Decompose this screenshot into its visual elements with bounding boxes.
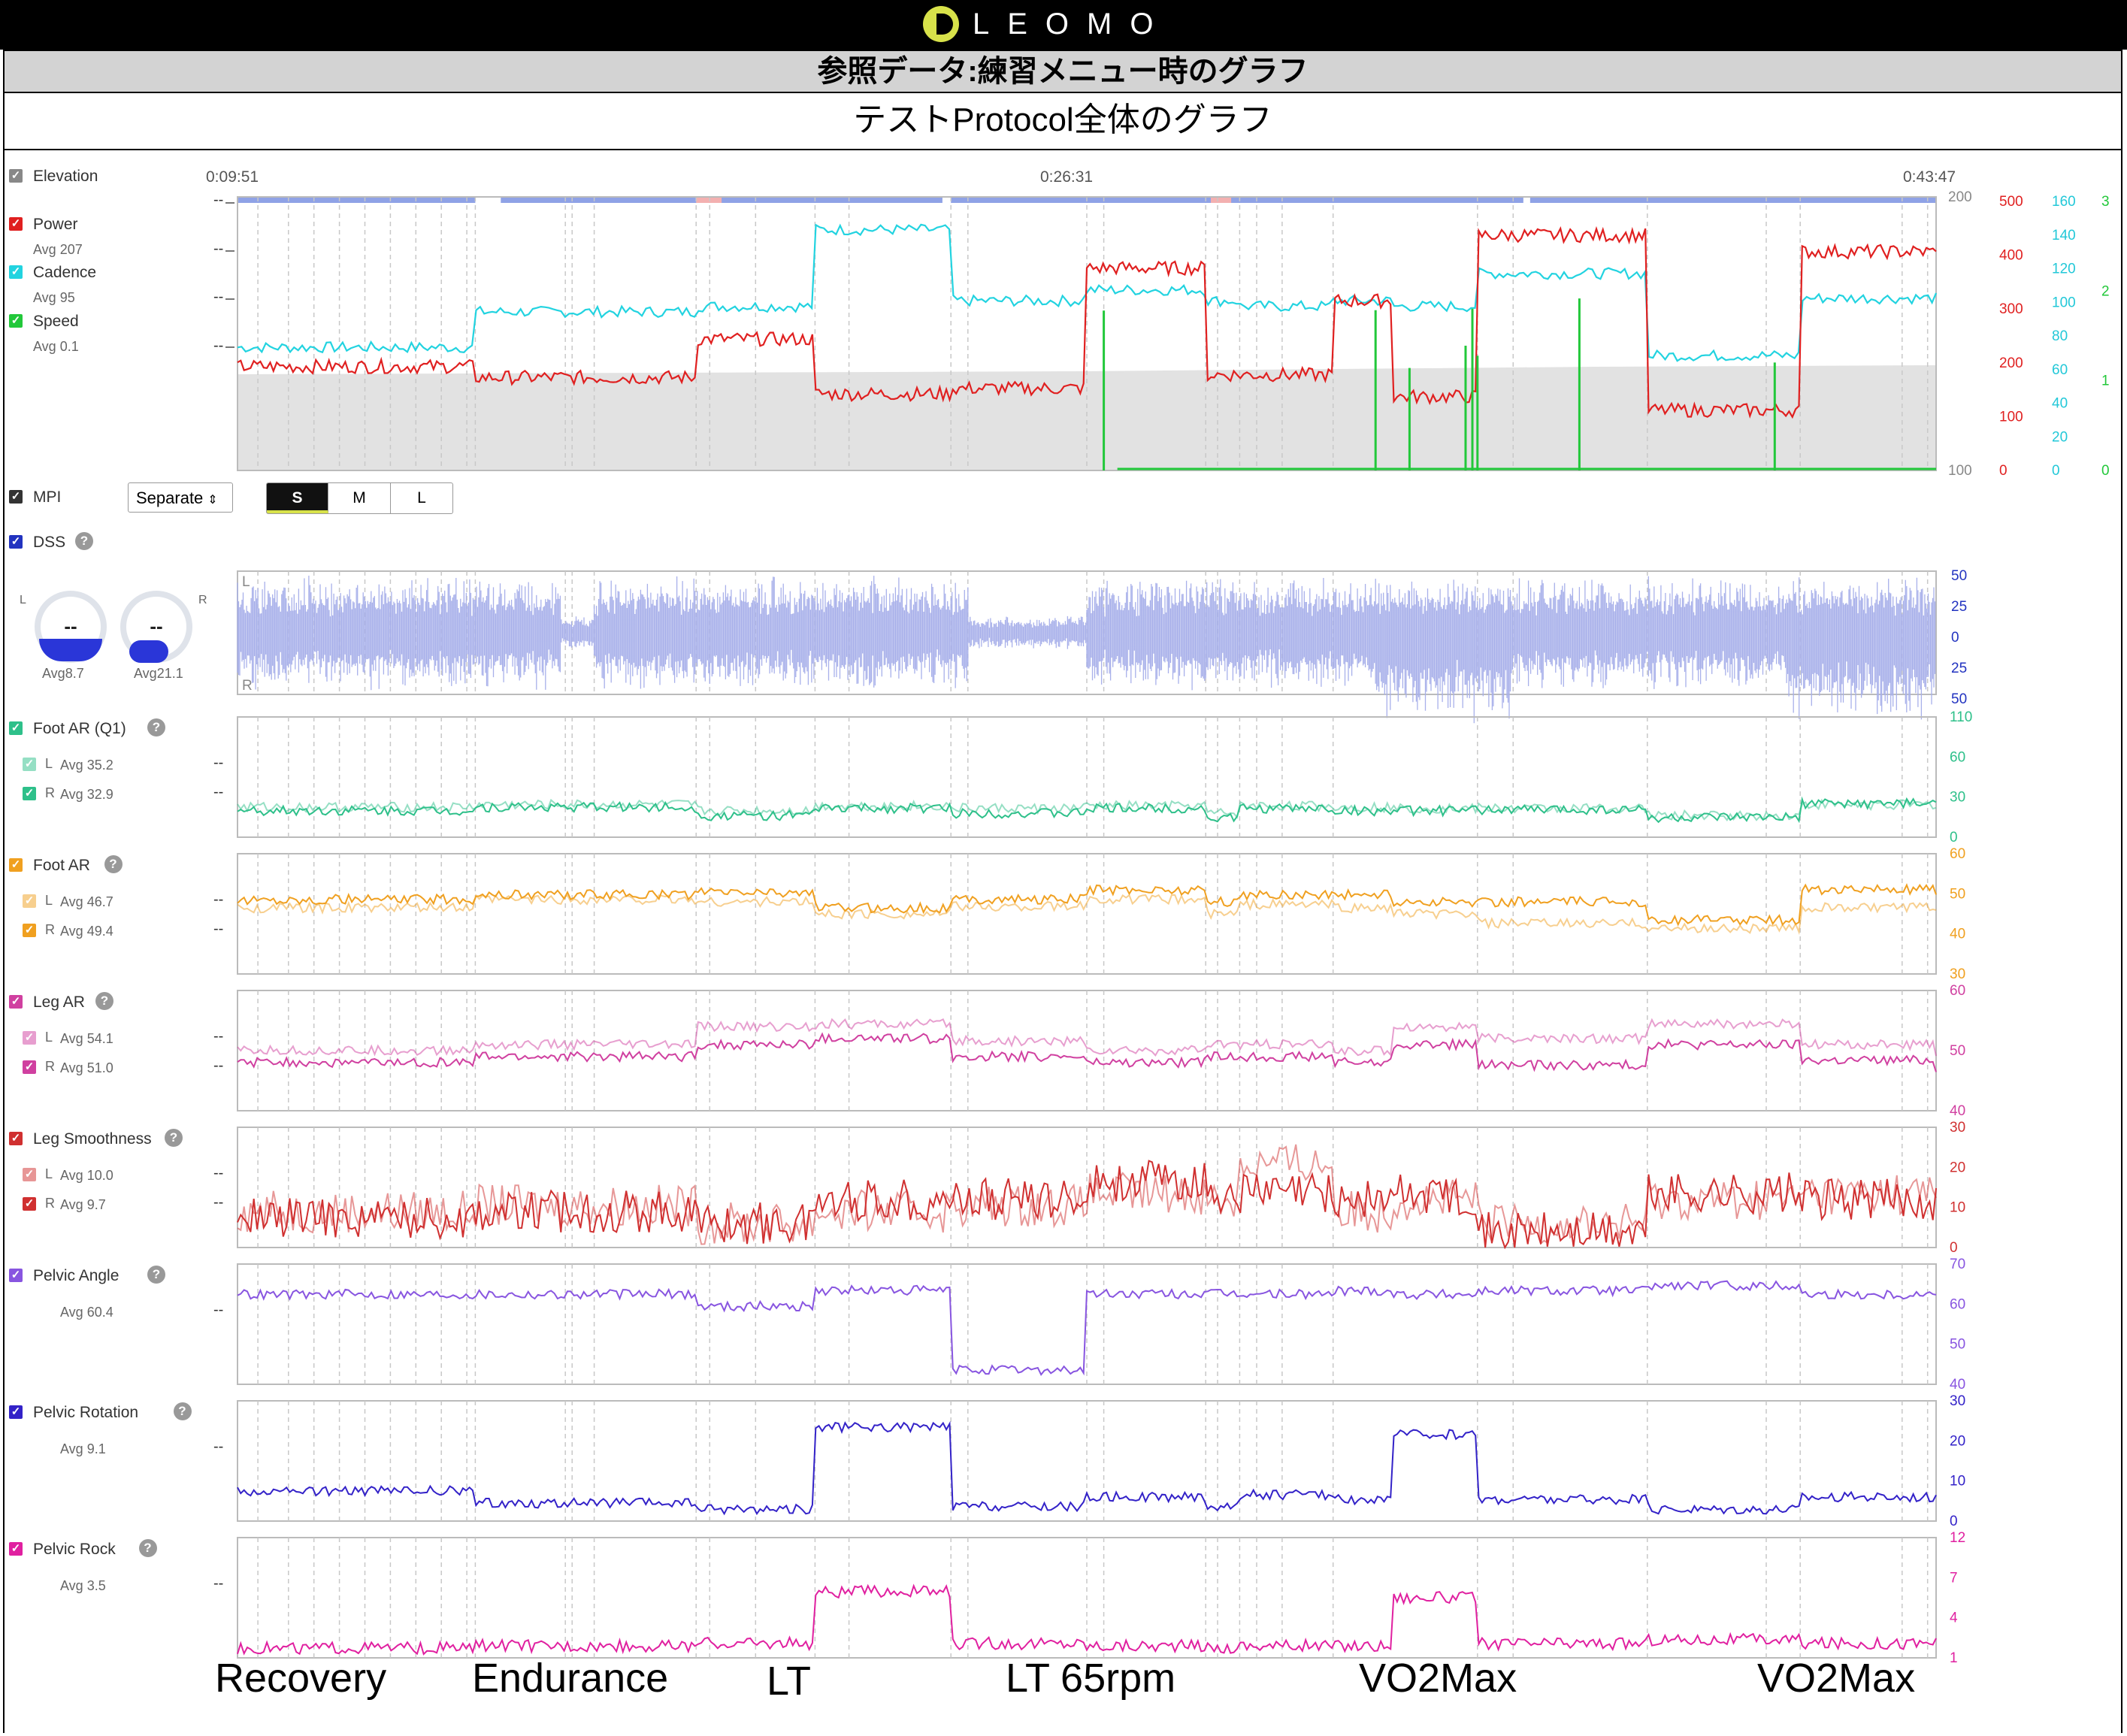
pelvic-rotation-tick: 20 <box>1950 1433 1965 1449</box>
zone-lt: LT <box>767 1659 812 1704</box>
cadence-tick: 160 <box>2052 194 2076 210</box>
power-tick: 200 <box>1999 355 2023 371</box>
foot-ar-q1-tick: 110 <box>1950 709 1972 725</box>
leg-ar-tick: 50 <box>1950 1043 1965 1059</box>
power-tick: 500 <box>1999 194 2023 210</box>
foot-ar-tick: 40 <box>1950 927 1965 942</box>
zone-recovery: Recovery <box>215 1656 387 1701</box>
lap-gap <box>475 197 501 203</box>
speed-tick: 3 <box>2101 194 2110 210</box>
dss-tick: 0 <box>1951 630 1959 646</box>
speed-tick: 1 <box>2101 374 2110 389</box>
pelvic-angle-tick: 70 <box>1950 1257 1965 1272</box>
leg-smoothness-tick: 30 <box>1950 1120 1965 1136</box>
leg-smoothness-tick: 0 <box>1950 1240 1958 1256</box>
leg-ar-tick: 40 <box>1950 1103 1965 1119</box>
dss-tick: 25 <box>1951 661 1967 676</box>
power-tick: 100 <box>1999 409 2023 425</box>
power-tick: 0 <box>1999 463 2007 479</box>
cadence-tick: 0 <box>2052 463 2060 479</box>
foot-ar-tick: 50 <box>1950 886 1965 902</box>
pelvic-rock-tick: 1 <box>1950 1650 1958 1666</box>
pelvic-rotation-tick: 10 <box>1950 1474 1965 1490</box>
pelvic-rotation-tick: 30 <box>1950 1393 1965 1409</box>
dss-axis-l: L <box>242 574 250 590</box>
pelvic-rock-tick: 4 <box>1950 1610 1958 1626</box>
leg-smoothness-tick: 20 <box>1950 1160 1965 1175</box>
zone-vo2max-2: VO2Max <box>1757 1656 1916 1701</box>
lap-gap <box>696 197 722 203</box>
pelvic-angle-tick: 40 <box>1950 1377 1965 1393</box>
cadence-tick: 20 <box>2052 429 2068 445</box>
leg-smoothness-tick: 10 <box>1950 1200 1965 1216</box>
leg-ar-tick: 60 <box>1950 983 1965 999</box>
charts: 2001005004003002001000160140120100806040… <box>225 189 2110 1666</box>
lap-gap <box>1523 197 1530 203</box>
dss-axis-r: R <box>242 678 253 694</box>
foot-ar-tick: 30 <box>1950 966 1965 982</box>
zone-endurance: Endurance <box>472 1656 669 1701</box>
pelvic-angle-tick: 50 <box>1950 1337 1965 1353</box>
cadence-tick: 140 <box>2052 228 2076 243</box>
dss-tick: 25 <box>1951 599 1967 615</box>
pelvic-angle-line <box>237 1280 1937 1376</box>
zone-lt-65rpm: LT 65rpm <box>1006 1656 1176 1701</box>
cadence-tick: 40 <box>2052 396 2068 412</box>
power-tick: 400 <box>1999 248 2023 264</box>
speed-tick: 0 <box>2101 463 2110 479</box>
dss-tick: 50 <box>1951 691 1967 707</box>
foot-ar-q1-tick: 0 <box>1950 830 1958 845</box>
pelvic-rock-tick: 12 <box>1950 1530 1965 1546</box>
cadence-tick: 60 <box>2052 362 2068 378</box>
foot-ar-q1-tick: 30 <box>1950 790 1965 806</box>
pelvic-angle-tick: 60 <box>1950 1296 1965 1312</box>
dss-tick: 50 <box>1951 568 1967 584</box>
cadence-tick: 100 <box>2052 295 2076 310</box>
speed-tick: 2 <box>2101 283 2110 299</box>
foot-ar-q1-tick: 60 <box>1950 749 1965 765</box>
lap-gap <box>942 197 952 203</box>
pelvic-rock-tick: 7 <box>1950 1570 1958 1586</box>
zone-vo2max-1: VO2Max <box>1359 1656 1517 1701</box>
pelvic-rotation-tick: 0 <box>1950 1514 1958 1529</box>
cadence-tick: 80 <box>2052 328 2068 344</box>
elevation-tick: 100 <box>1948 463 1972 479</box>
elevation-tick: 200 <box>1948 189 1972 205</box>
power-tick: 300 <box>1999 301 2023 317</box>
lap-gap <box>1210 197 1232 203</box>
cadence-tick: 120 <box>2052 262 2076 277</box>
foot-ar-tick: 60 <box>1950 846 1965 862</box>
